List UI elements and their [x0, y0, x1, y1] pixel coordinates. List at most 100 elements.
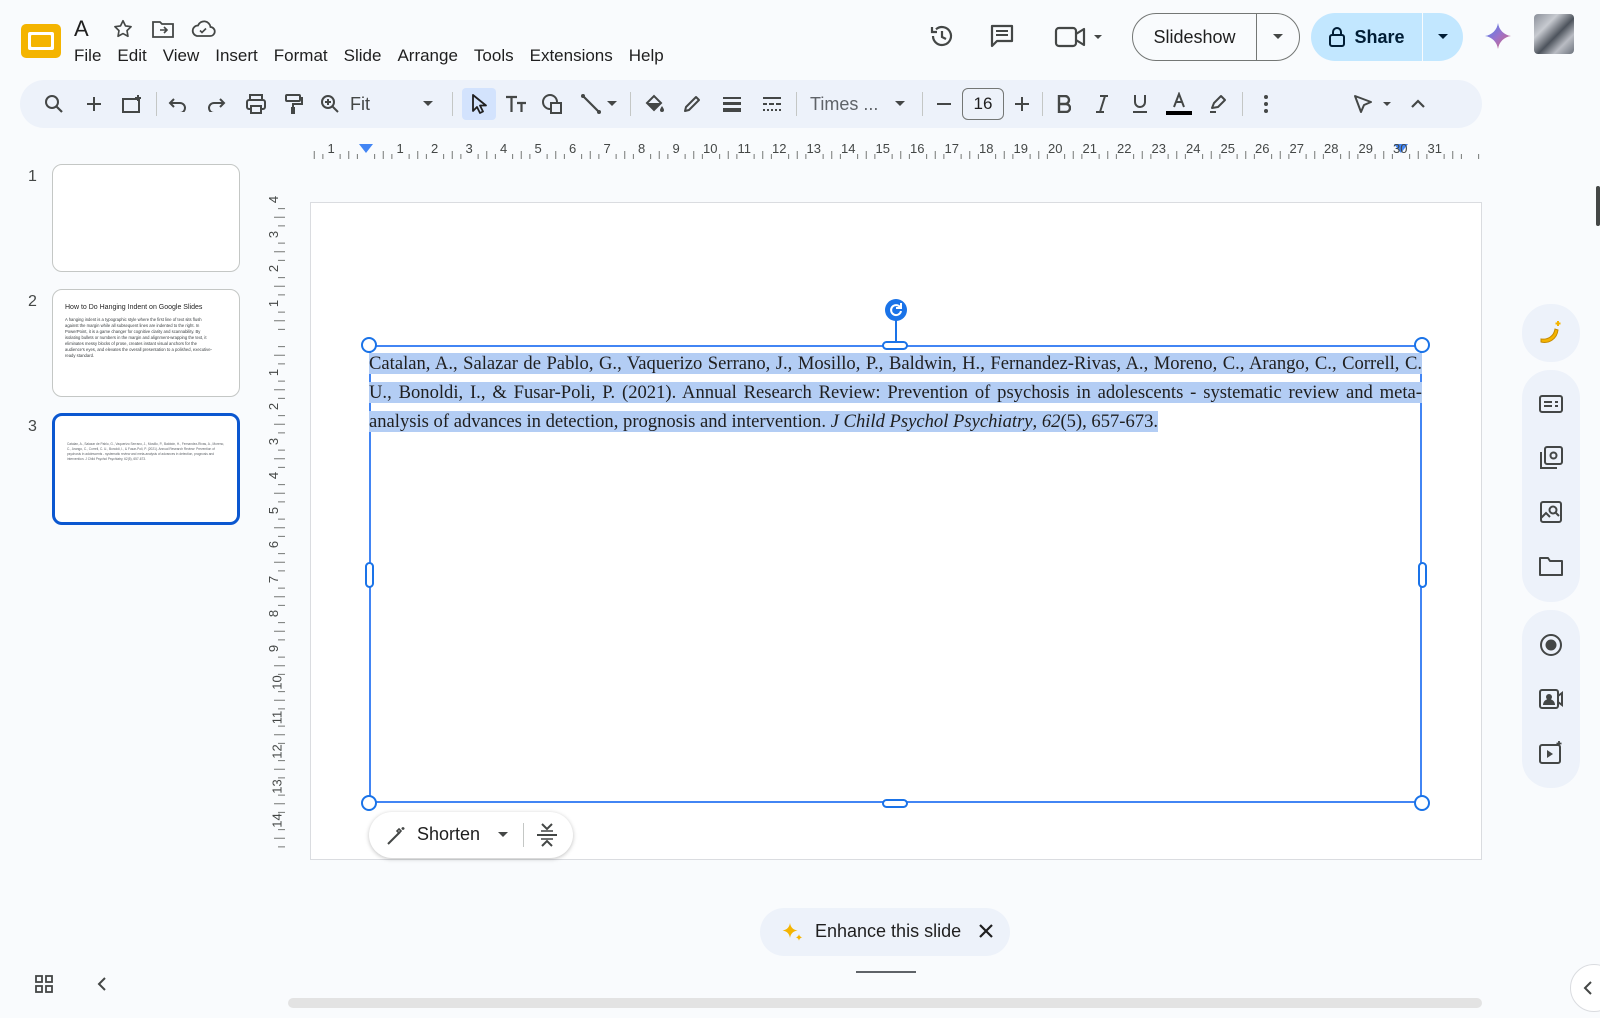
- italic-icon[interactable]: [1086, 88, 1118, 120]
- notes-drag-handle[interactable]: [856, 971, 916, 973]
- fill-color-icon[interactable]: [638, 88, 670, 120]
- slideshow-dropdown[interactable]: [1257, 14, 1299, 60]
- paint-format-icon[interactable]: [278, 88, 310, 120]
- undo-icon[interactable]: [162, 88, 194, 120]
- line-spacing-icon[interactable]: [535, 822, 559, 848]
- slide-thumbnail-2[interactable]: How to Do Hanging Indent on Google Slide…: [52, 289, 240, 397]
- ruler-label: 11: [737, 141, 752, 156]
- ruler-label: 30: [1393, 141, 1408, 156]
- image-library-icon[interactable]: [1536, 443, 1566, 473]
- mode-icon[interactable]: [1350, 88, 1398, 120]
- decrease-font-size-icon[interactable]: [930, 88, 958, 120]
- horizontal-scrollbar[interactable]: [288, 998, 1482, 1008]
- border-weight-icon[interactable]: [716, 88, 748, 120]
- ruler-label: 4: [266, 471, 282, 480]
- redo-icon[interactable]: [200, 88, 232, 120]
- video-person-icon[interactable]: [1536, 684, 1566, 714]
- slide-thumbnail-3[interactable]: Catalan, A., Salazar de Pablo, G., Vaque…: [52, 413, 240, 525]
- line-icon[interactable]: [576, 88, 606, 120]
- share-dropdown[interactable]: [1423, 13, 1463, 61]
- meet-icon[interactable]: [1054, 24, 1104, 50]
- ruler-label: 2: [266, 402, 282, 411]
- new-slide-icon[interactable]: [116, 88, 148, 120]
- ruler-label: 1: [396, 141, 404, 156]
- resize-handle-bottom-right[interactable]: [1414, 795, 1430, 811]
- history-icon[interactable]: [928, 22, 956, 50]
- chevron-down-icon[interactable]: [497, 831, 509, 839]
- chevron-down-icon[interactable]: [604, 88, 620, 120]
- chevron-down-icon[interactable]: [892, 88, 908, 120]
- record-icon[interactable]: [1536, 630, 1566, 660]
- ruler-label: 9: [266, 644, 282, 652]
- banana-sparkle-icon[interactable]: [1536, 318, 1566, 348]
- collapse-icon[interactable]: [1404, 88, 1432, 120]
- selected-text: Catalan, A., Salazar de Pablo, G., Vaque…: [369, 353, 1422, 432]
- left-indent-marker: [359, 144, 373, 153]
- resize-handle-left[interactable]: [365, 562, 374, 588]
- highlight-icon[interactable]: [1202, 88, 1234, 120]
- share-button[interactable]: Share: [1311, 13, 1423, 61]
- video-sparkle-icon[interactable]: [1536, 738, 1566, 768]
- ruler-label: 8: [638, 141, 646, 156]
- resize-handle-top-right[interactable]: [1414, 337, 1430, 353]
- sparkle-icon: [780, 920, 804, 944]
- rotate-handle[interactable]: [885, 299, 907, 321]
- more-icon[interactable]: [1252, 88, 1280, 120]
- resize-handle-top[interactable]: [882, 341, 908, 350]
- ruler-label: 10: [269, 675, 285, 690]
- lock-icon: [1328, 27, 1346, 47]
- thumbnail-title: How to Do Hanging Indent on Google Slide…: [65, 304, 203, 311]
- ruler-label: 18: [979, 141, 994, 156]
- bold-icon[interactable]: [1048, 88, 1080, 120]
- zoom-value: Fit: [350, 93, 370, 114]
- font-select[interactable]: Times ...: [810, 88, 900, 120]
- resize-handle-top-left[interactable]: [361, 337, 377, 353]
- border-color-icon[interactable]: [676, 88, 708, 120]
- ruler-label: 25: [1220, 141, 1235, 156]
- ruler-label: 1: [327, 141, 335, 156]
- window-edge: [1596, 186, 1600, 226]
- horizontal-ruler[interactable]: [308, 142, 1480, 160]
- side-panel-toggle[interactable]: [1570, 964, 1600, 1012]
- avatar[interactable]: [1534, 14, 1574, 54]
- ruler-label: 16: [910, 141, 925, 156]
- ruler-label: 6: [569, 141, 577, 156]
- border-dash-icon[interactable]: [756, 88, 788, 120]
- font-size-input[interactable]: 16: [962, 88, 1004, 120]
- search-icon[interactable]: [38, 88, 70, 120]
- image-search-icon[interactable]: [1536, 497, 1566, 527]
- chevron-down-icon: [1437, 33, 1449, 41]
- print-icon[interactable]: [240, 88, 272, 120]
- ruler-label: 1: [266, 368, 282, 376]
- slide-thumbnail-1[interactable]: [52, 164, 240, 272]
- gemini-icon[interactable]: [1484, 22, 1512, 50]
- enhance-slide-button[interactable]: Enhance this slide: [815, 921, 961, 942]
- chevron-down-icon[interactable]: [420, 88, 436, 120]
- increase-font-size-icon[interactable]: [1008, 88, 1036, 120]
- ruler-label: 13: [806, 141, 821, 156]
- text-color-icon[interactable]: [1162, 88, 1196, 120]
- resize-handle-bottom-left[interactable]: [361, 795, 377, 811]
- ruler-label: 6: [266, 540, 282, 549]
- underline-icon[interactable]: [1124, 88, 1156, 120]
- shorten-button[interactable]: Shorten: [417, 824, 480, 845]
- resize-handle-bottom[interactable]: [882, 799, 908, 808]
- text-box-icon[interactable]: [500, 88, 532, 120]
- grid-view-icon[interactable]: [34, 974, 54, 994]
- resize-handle-right[interactable]: [1418, 562, 1427, 588]
- speaker-notes-icon[interactable]: [1536, 389, 1566, 419]
- new-icon[interactable]: [78, 88, 110, 120]
- select-icon[interactable]: [462, 88, 496, 120]
- close-icon[interactable]: [978, 923, 994, 939]
- slideshow-button[interactable]: Slideshow: [1133, 14, 1257, 60]
- shape-icon[interactable]: [536, 88, 568, 120]
- comments-icon[interactable]: [988, 22, 1016, 50]
- reference-text[interactable]: Catalan, A., Salazar de Pablo, G., Vaque…: [369, 349, 1422, 436]
- chevron-left-icon[interactable]: [96, 976, 108, 992]
- folder-icon[interactable]: [1536, 551, 1566, 581]
- wand-icon[interactable]: [385, 825, 407, 847]
- shorten-chip: Shorten: [369, 812, 573, 858]
- chevron-down-icon: [1272, 33, 1284, 41]
- zoom-icon[interactable]: [314, 88, 346, 120]
- ruler-label: 22: [1117, 141, 1132, 156]
